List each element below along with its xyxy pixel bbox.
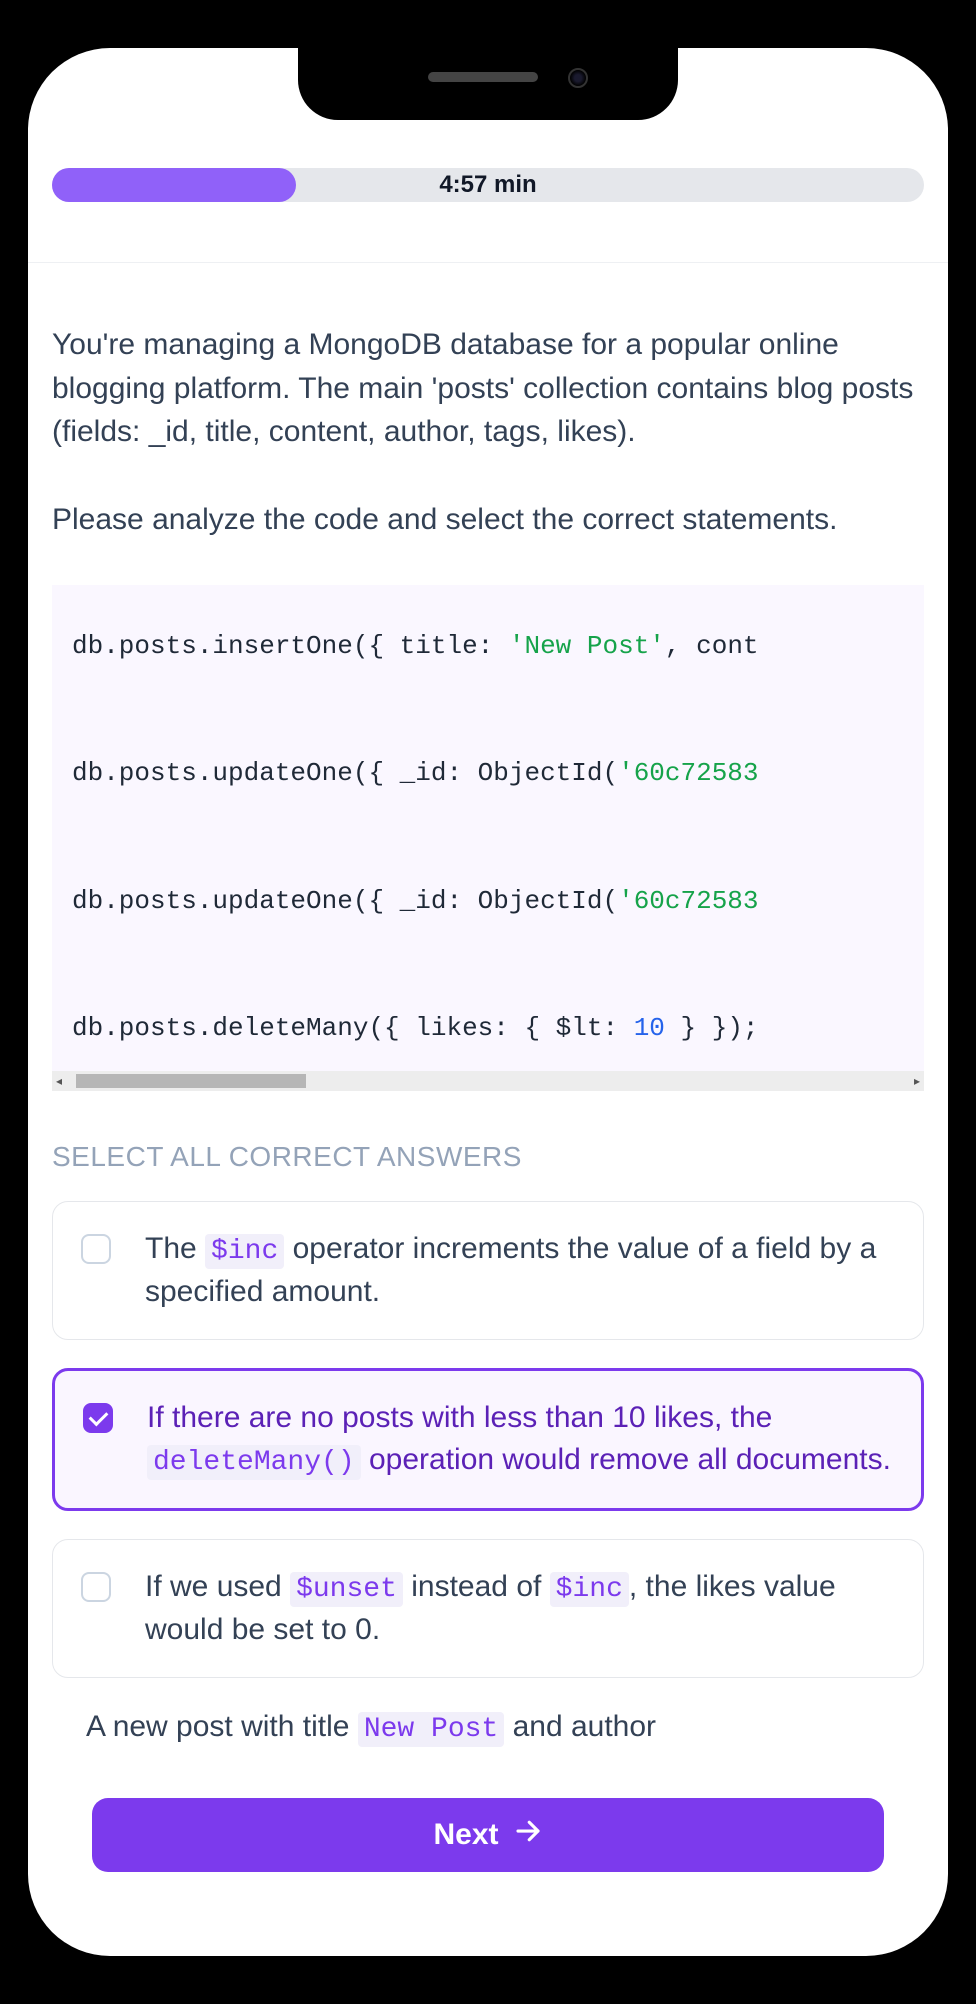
progress-bar: 4:57 min: [52, 168, 924, 202]
answer-text: If we used $unset instead of $inc, the l…: [145, 1566, 895, 1651]
next-label: Next: [433, 1818, 498, 1852]
next-button[interactable]: Next: [92, 1798, 884, 1872]
divider: [28, 262, 948, 263]
inline-code: deleteMany(): [147, 1445, 361, 1480]
scroll-left-arrow[interactable]: ◂: [56, 1074, 62, 1088]
inline-code: New Post: [358, 1712, 504, 1747]
timer-label: 4:57 min: [52, 168, 924, 202]
arrow-right-icon: [513, 1816, 543, 1854]
checkbox-checked[interactable]: [83, 1403, 113, 1433]
answer-option-3[interactable]: If we used $unset instead of $inc, the l…: [52, 1539, 924, 1678]
scroll-thumb[interactable]: [76, 1074, 306, 1088]
question-prompt-1: You're managing a MongoDB database for a…: [52, 323, 924, 454]
inline-code: $inc: [550, 1572, 629, 1607]
checkbox[interactable]: [81, 1234, 111, 1264]
code-block: db.posts.insertOne({ title: 'New Post', …: [52, 585, 924, 1071]
answer-text: If there are no posts with less than 10 …: [147, 1397, 893, 1482]
answer-option-2[interactable]: If there are no posts with less than 10 …: [52, 1368, 924, 1511]
inline-code: $inc: [205, 1234, 284, 1269]
inline-code: $unset: [290, 1572, 403, 1607]
section-title: SELECT ALL CORRECT ANSWERS: [52, 1141, 924, 1173]
answer-text: The $inc operator increments the value o…: [145, 1228, 895, 1313]
scroll-right-arrow[interactable]: ▸: [914, 1074, 920, 1088]
code-scroll-bar[interactable]: ◂ ▸: [52, 1071, 924, 1091]
answer-option-4-partial[interactable]: A new post with title New Post and autho…: [52, 1706, 924, 1749]
question-prompt-2: Please analyze the code and select the c…: [52, 498, 924, 542]
checkbox[interactable]: [81, 1572, 111, 1602]
answer-option-1[interactable]: The $inc operator increments the value o…: [52, 1201, 924, 1340]
